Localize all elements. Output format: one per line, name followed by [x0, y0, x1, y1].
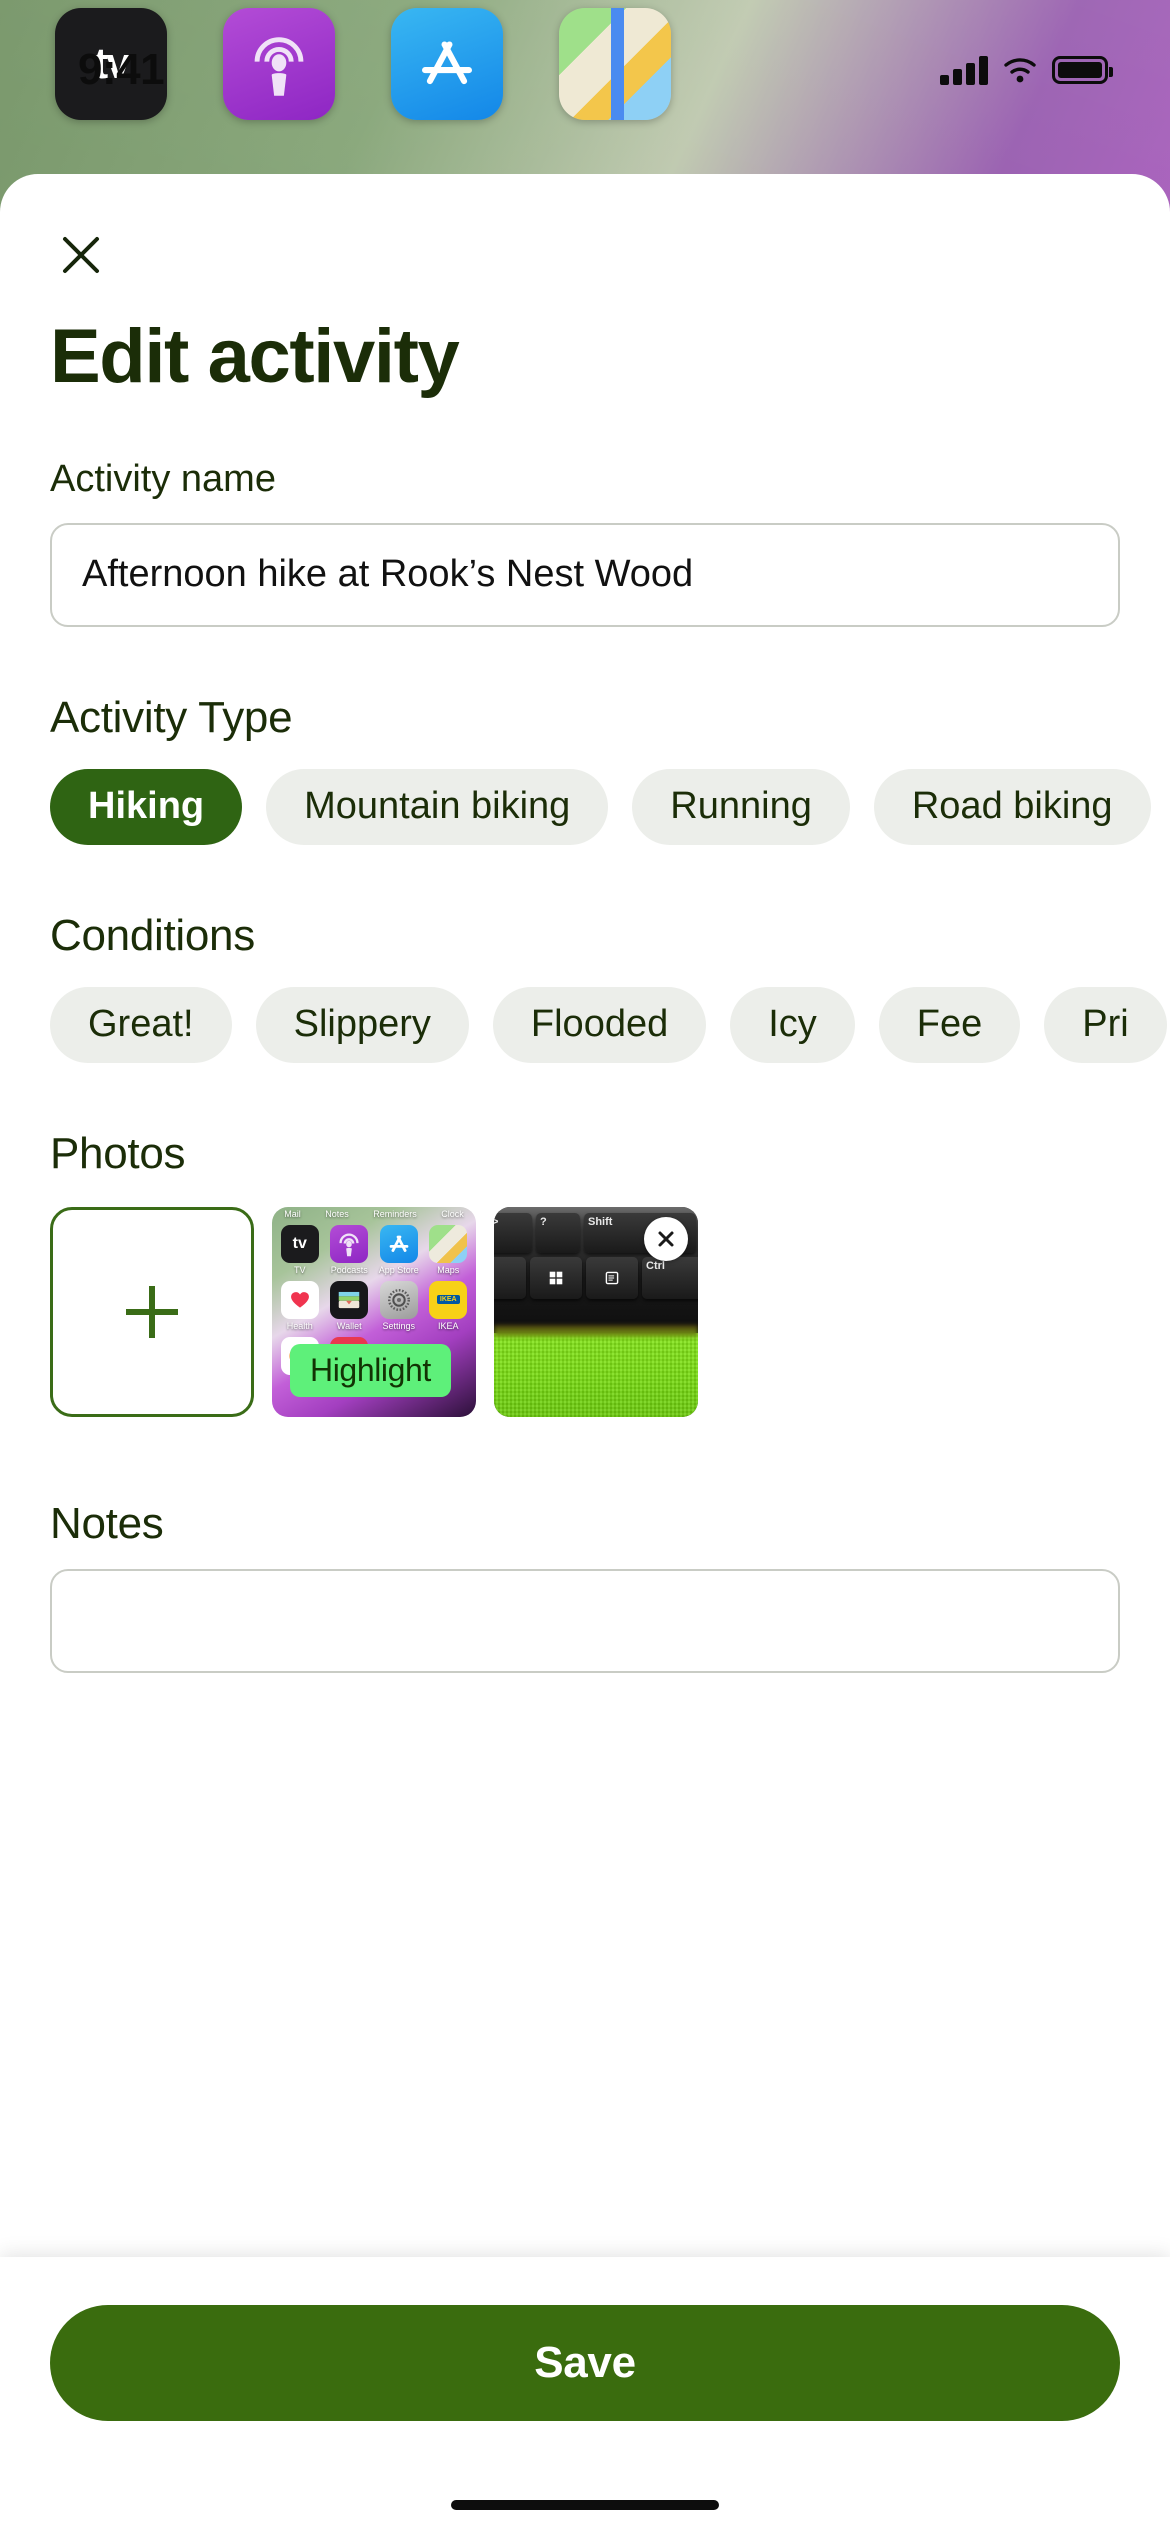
chip-running[interactable]: Running	[632, 768, 850, 845]
bottom-action-bar: Save	[0, 2257, 1170, 2532]
chip-private[interactable]: Pri	[1044, 986, 1167, 1063]
thumb-cell-maps: Maps	[427, 1224, 471, 1275]
mini-label-appstore: App Store	[378, 1264, 419, 1275]
mini-ikea-wordmark: IKEA	[436, 1295, 460, 1305]
chip-fee[interactable]: Fee	[878, 986, 1021, 1063]
thumb-top-app-labels: Mail Notes Reminders Clock	[272, 1209, 476, 1219]
mini-label-wallet: Wallet	[336, 1320, 362, 1331]
mini-settings-gear-icon	[379, 1280, 418, 1319]
edit-activity-sheet: Edit activity Activity name Activity Typ…	[0, 174, 1170, 2532]
photos-row[interactable]: Mail Notes Reminders Clock tv TV Podcast…	[50, 1206, 1120, 1417]
mini-podcasts-icon	[330, 1224, 369, 1263]
chip-icy[interactable]: Icy	[730, 986, 855, 1063]
apple-tv-glyph: tv	[93, 39, 130, 88]
remove-x-glyph	[658, 1231, 674, 1247]
thumb-cell-podcasts: Podcasts	[328, 1224, 372, 1275]
podcasts-glyph	[254, 37, 304, 96]
mini-app-store-icon	[379, 1224, 418, 1263]
chip-road-biking[interactable]: Road biking	[873, 768, 1151, 845]
add-photo-button[interactable]	[50, 1206, 254, 1417]
close-icon[interactable]	[50, 224, 112, 286]
maps-road	[610, 8, 624, 120]
menu-key-icon	[605, 1271, 619, 1284]
thumb-cell-ikea: IKEA IKEA	[427, 1280, 471, 1331]
photos-label: Photos	[50, 1128, 186, 1178]
mini-label-settings: Settings	[382, 1320, 416, 1331]
mini-app-store-glyph	[389, 1235, 409, 1252]
thumb-label-notes: Notes	[325, 1208, 349, 1219]
page-title: Edit activity	[50, 314, 460, 399]
close-x-glyph	[63, 237, 99, 273]
thumb-cell-settings: Settings	[377, 1280, 421, 1331]
mini-maps-icon	[429, 1224, 468, 1263]
save-button[interactable]: Save	[50, 2305, 1120, 2421]
thumb-cell-appstore: App Store	[377, 1224, 421, 1275]
thumb-label-clock: Clock	[441, 1208, 464, 1219]
key-ctrl: Ctrl	[642, 1256, 698, 1299]
apple-tv-app-icon[interactable]: tv	[55, 8, 167, 120]
mini-label-health: Health	[286, 1320, 313, 1331]
green-microfiber-cloth	[494, 1332, 698, 1417]
windows-logo-icon	[549, 1271, 563, 1284]
phone-screen: tv 9:41 Edit activity Activity name Afte…	[0, 0, 1170, 2532]
plus-icon	[126, 1285, 178, 1338]
thumb-cell-wallet: Wallet	[328, 1280, 372, 1331]
photo-thumbnail-keyboard[interactable]: > ? Shift Ctrl	[494, 1206, 698, 1417]
mini-label-tv: TV	[293, 1264, 306, 1275]
mini-wallet-glyph	[338, 1291, 360, 1308]
chip-great[interactable]: Great!	[50, 986, 232, 1063]
key-question: ?	[536, 1212, 580, 1253]
notes-label: Notes	[50, 1498, 164, 1548]
chip-flooded[interactable]: Flooded	[492, 986, 707, 1063]
key-angle-bracket: >	[494, 1212, 532, 1253]
thumb-cell-tv: tv TV	[278, 1224, 322, 1275]
chip-mountain-biking[interactable]: Mountain biking	[266, 768, 609, 845]
app-store-glyph	[422, 41, 472, 85]
chip-hiking[interactable]: Hiking	[50, 768, 243, 845]
mini-label-ikea: IKEA	[437, 1320, 459, 1331]
activity-type-chip-row[interactable]: Hiking Mountain biking Running Road biki…	[50, 768, 1170, 845]
remove-photo-icon[interactable]	[644, 1216, 688, 1261]
sheet-scroll-area[interactable]: Edit activity Activity name Activity Typ…	[0, 174, 1170, 2532]
mini-label-maps: Maps	[437, 1264, 460, 1275]
mini-apple-tv-icon: tv	[280, 1224, 319, 1263]
conditions-chip-row[interactable]: Great! Slippery Flooded Icy Fee Pri	[50, 986, 1170, 1063]
podcasts-app-icon[interactable]	[223, 8, 335, 120]
mini-ikea-icon: IKEA	[429, 1280, 468, 1319]
key-windows	[530, 1256, 582, 1299]
key-alt	[494, 1256, 526, 1299]
home-indicator	[451, 2500, 719, 2510]
maps-app-icon[interactable]	[559, 8, 671, 120]
conditions-label: Conditions	[50, 910, 255, 960]
mini-heart-glyph	[290, 1291, 309, 1308]
thumb-label-mail: Mail	[284, 1208, 301, 1219]
chip-slippery[interactable]: Slippery	[255, 986, 469, 1063]
app-store-app-icon[interactable]	[391, 8, 503, 120]
mini-health-icon	[280, 1280, 319, 1319]
notes-input[interactable]	[50, 1568, 1120, 1673]
mini-gear-glyph	[387, 1288, 410, 1311]
activity-type-label: Activity Type	[50, 692, 293, 742]
mini-wallet-icon	[330, 1280, 369, 1319]
mini-podcasts-glyph	[339, 1233, 359, 1256]
key-menu	[586, 1256, 638, 1299]
photo-highlight-badge: Highlight	[290, 1343, 451, 1397]
thumb-cell-health: Health	[278, 1280, 322, 1331]
activity-name-input[interactable]	[50, 522, 1120, 627]
mini-label-podcasts: Podcasts	[330, 1264, 368, 1275]
activity-name-label: Activity name	[50, 457, 276, 500]
thumb-label-reminders: Reminders	[373, 1208, 417, 1219]
photo-thumbnail-home-screen[interactable]: Mail Notes Reminders Clock tv TV Podcast…	[272, 1206, 476, 1417]
